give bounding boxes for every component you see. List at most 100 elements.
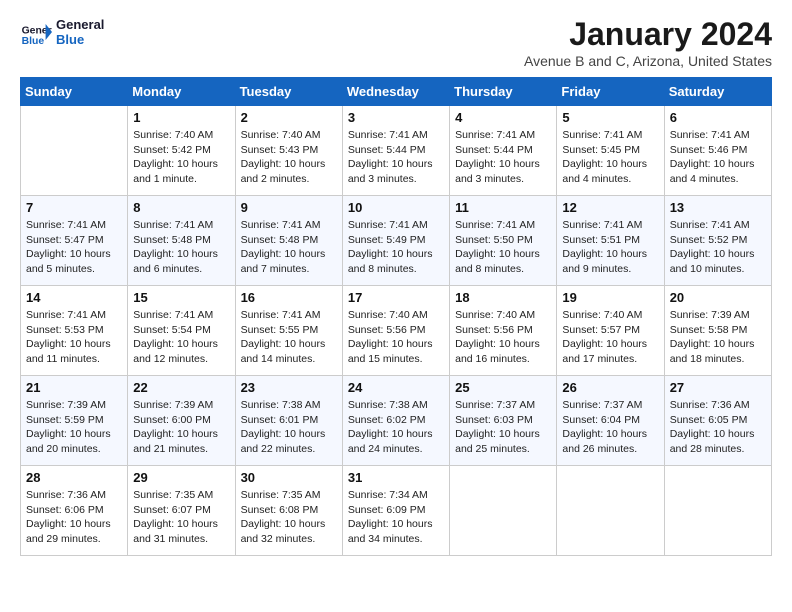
week-row-4: 21 Sunrise: 7:39 AM Sunset: 5:59 PM Dayli… [21, 376, 772, 466]
table-row: 6Sunrise: 7:41 AM Sunset: 5:46 PM Daylig… [664, 106, 771, 196]
day-info: Sunrise: 7:37 AM Sunset: 6:03 PM Dayligh… [455, 398, 551, 457]
month-title: January 2024 [524, 16, 772, 53]
table-row: 3 Sunrise: 7:41 AM Sunset: 5:44 PM Daylig… [342, 106, 449, 196]
day-number: 30 [241, 470, 337, 485]
table-row: 29Sunrise: 7:35 AM Sunset: 6:07 PM Dayli… [128, 466, 235, 556]
col-header-wednesday: Wednesday [342, 78, 449, 106]
table-row: 7 Sunrise: 7:41 AM Sunset: 5:47 PM Daylig… [21, 196, 128, 286]
table-row: 1 Sunrise: 7:40 AM Sunset: 5:42 PM Daylig… [128, 106, 235, 196]
day-info: Sunrise: 7:39 AM Sunset: 6:00 PM Dayligh… [133, 398, 229, 457]
table-row: 9 Sunrise: 7:41 AM Sunset: 5:48 PM Daylig… [235, 196, 342, 286]
table-row: 19 Sunrise: 7:40 AM Sunset: 5:57 PM Dayli… [557, 286, 664, 376]
day-number: 28 [26, 470, 122, 485]
day-info: Sunrise: 7:41 AM Sunset: 5:47 PM Dayligh… [26, 218, 122, 277]
table-row: 12Sunrise: 7:41 AM Sunset: 5:51 PM Dayli… [557, 196, 664, 286]
day-number: 8 [133, 200, 229, 215]
day-info: Sunrise: 7:41 AM Sunset: 5:50 PM Dayligh… [455, 218, 551, 277]
day-number: 23 [241, 380, 337, 395]
day-number: 7 [26, 200, 122, 215]
day-info: Sunrise: 7:41 AM Sunset: 5:55 PM Dayligh… [241, 308, 337, 367]
day-number: 16 [241, 290, 337, 305]
week-row-5: 28 Sunrise: 7:36 AM Sunset: 6:06 PM Dayli… [21, 466, 772, 556]
day-info: Sunrise: 7:38 AM Sunset: 6:01 PM Dayligh… [241, 398, 337, 457]
day-info: Sunrise: 7:36 AM Sunset: 6:06 PM Dayligh… [26, 488, 122, 547]
day-number: 25 [455, 380, 551, 395]
day-number: 27 [670, 380, 766, 395]
day-number: 17 [348, 290, 444, 305]
table-row: 23 Sunrise: 7:38 AM Sunset: 6:01 PM Dayli… [235, 376, 342, 466]
table-row: 17Sunrise: 7:40 AM Sunset: 5:56 PM Dayli… [342, 286, 449, 376]
table-row: 26Sunrise: 7:37 AM Sunset: 6:04 PM Dayli… [557, 376, 664, 466]
table-row: 27Sunrise: 7:36 AM Sunset: 6:05 PM Dayli… [664, 376, 771, 466]
day-info: Sunrise: 7:40 AM Sunset: 5:57 PM Dayligh… [562, 308, 658, 367]
table-row [557, 466, 664, 556]
title-area: January 2024 Avenue B and C, Arizona, Un… [524, 16, 772, 69]
table-row: 20Sunrise: 7:39 AM Sunset: 5:58 PM Dayli… [664, 286, 771, 376]
day-info: Sunrise: 7:40 AM Sunset: 5:42 PM Dayligh… [133, 128, 229, 187]
col-header-monday: Monday [128, 78, 235, 106]
day-info: Sunrise: 7:35 AM Sunset: 6:08 PM Dayligh… [241, 488, 337, 547]
day-number: 9 [241, 200, 337, 215]
day-info: Sunrise: 7:41 AM Sunset: 5:48 PM Dayligh… [133, 218, 229, 277]
table-row: 16 Sunrise: 7:41 AM Sunset: 5:55 PM Dayli… [235, 286, 342, 376]
day-info: Sunrise: 7:40 AM Sunset: 5:56 PM Dayligh… [455, 308, 551, 367]
table-row: 15Sunrise: 7:41 AM Sunset: 5:54 PM Dayli… [128, 286, 235, 376]
table-row: 18 Sunrise: 7:40 AM Sunset: 5:56 PM Dayli… [450, 286, 557, 376]
day-number: 1 [133, 110, 229, 125]
day-info: Sunrise: 7:34 AM Sunset: 6:09 PM Dayligh… [348, 488, 444, 547]
day-info: Sunrise: 7:38 AM Sunset: 6:02 PM Dayligh… [348, 398, 444, 457]
day-number: 11 [455, 200, 551, 215]
day-number: 15 [133, 290, 229, 305]
col-header-tuesday: Tuesday [235, 78, 342, 106]
logo: General Blue General Blue [20, 16, 104, 48]
week-row-1: 1 Sunrise: 7:40 AM Sunset: 5:42 PM Daylig… [21, 106, 772, 196]
col-header-sunday: Sunday [21, 78, 128, 106]
table-row: 8 Sunrise: 7:41 AM Sunset: 5:48 PM Daylig… [128, 196, 235, 286]
table-row: 5 Sunrise: 7:41 AM Sunset: 5:45 PM Daylig… [557, 106, 664, 196]
day-number: 24 [348, 380, 444, 395]
day-info: Sunrise: 7:41 AM Sunset: 5:51 PM Dayligh… [562, 218, 658, 277]
day-info: Sunrise: 7:41 AM Sunset: 5:48 PM Dayligh… [241, 218, 337, 277]
day-number: 21 [26, 380, 122, 395]
day-number: 18 [455, 290, 551, 305]
table-row: 31Sunrise: 7:34 AM Sunset: 6:09 PM Dayli… [342, 466, 449, 556]
logo-blue: Blue [56, 32, 104, 47]
day-info: Sunrise: 7:37 AM Sunset: 6:04 PM Dayligh… [562, 398, 658, 457]
table-row: 30 Sunrise: 7:35 AM Sunset: 6:08 PM Dayli… [235, 466, 342, 556]
day-info: Sunrise: 7:41 AM Sunset: 5:44 PM Dayligh… [455, 128, 551, 187]
table-row [450, 466, 557, 556]
header: General Blue General Blue January 2024 A… [20, 16, 772, 69]
day-info: Sunrise: 7:39 AM Sunset: 5:58 PM Dayligh… [670, 308, 766, 367]
day-number: 3 [348, 110, 444, 125]
day-number: 5 [562, 110, 658, 125]
day-info: Sunrise: 7:35 AM Sunset: 6:07 PM Dayligh… [133, 488, 229, 547]
table-row: 28 Sunrise: 7:36 AM Sunset: 6:06 PM Dayli… [21, 466, 128, 556]
day-number: 13 [670, 200, 766, 215]
table-row: 24 Sunrise: 7:38 AM Sunset: 6:02 PM Dayli… [342, 376, 449, 466]
week-row-2: 7 Sunrise: 7:41 AM Sunset: 5:47 PM Daylig… [21, 196, 772, 286]
table-row: 13 Sunrise: 7:41 AM Sunset: 5:52 PM Dayli… [664, 196, 771, 286]
table-row: 11 Sunrise: 7:41 AM Sunset: 5:50 PM Dayli… [450, 196, 557, 286]
table-row: 2Sunrise: 7:40 AM Sunset: 5:43 PM Daylig… [235, 106, 342, 196]
calendar-table: SundayMondayTuesdayWednesdayThursdayFrid… [20, 77, 772, 556]
col-header-friday: Friday [557, 78, 664, 106]
table-row: 25 Sunrise: 7:37 AM Sunset: 6:03 PM Dayli… [450, 376, 557, 466]
day-info: Sunrise: 7:40 AM Sunset: 5:43 PM Dayligh… [241, 128, 337, 187]
day-number: 19 [562, 290, 658, 305]
day-info: Sunrise: 7:41 AM Sunset: 5:53 PM Dayligh… [26, 308, 122, 367]
day-number: 14 [26, 290, 122, 305]
calendar-header: SundayMondayTuesdayWednesdayThursdayFrid… [21, 78, 772, 106]
day-info: Sunrise: 7:41 AM Sunset: 5:44 PM Dayligh… [348, 128, 444, 187]
day-info: Sunrise: 7:41 AM Sunset: 5:45 PM Dayligh… [562, 128, 658, 187]
table-row [21, 106, 128, 196]
col-header-saturday: Saturday [664, 78, 771, 106]
day-info: Sunrise: 7:41 AM Sunset: 5:52 PM Dayligh… [670, 218, 766, 277]
table-row: 14 Sunrise: 7:41 AM Sunset: 5:53 PM Dayli… [21, 286, 128, 376]
table-row: 10Sunrise: 7:41 AM Sunset: 5:49 PM Dayli… [342, 196, 449, 286]
day-number: 22 [133, 380, 229, 395]
table-row: 22 Sunrise: 7:39 AM Sunset: 6:00 PM Dayli… [128, 376, 235, 466]
svg-text:Blue: Blue [22, 36, 45, 47]
table-row: 4Sunrise: 7:41 AM Sunset: 5:44 PM Daylig… [450, 106, 557, 196]
day-info: Sunrise: 7:39 AM Sunset: 5:59 PM Dayligh… [26, 398, 122, 457]
table-row [664, 466, 771, 556]
